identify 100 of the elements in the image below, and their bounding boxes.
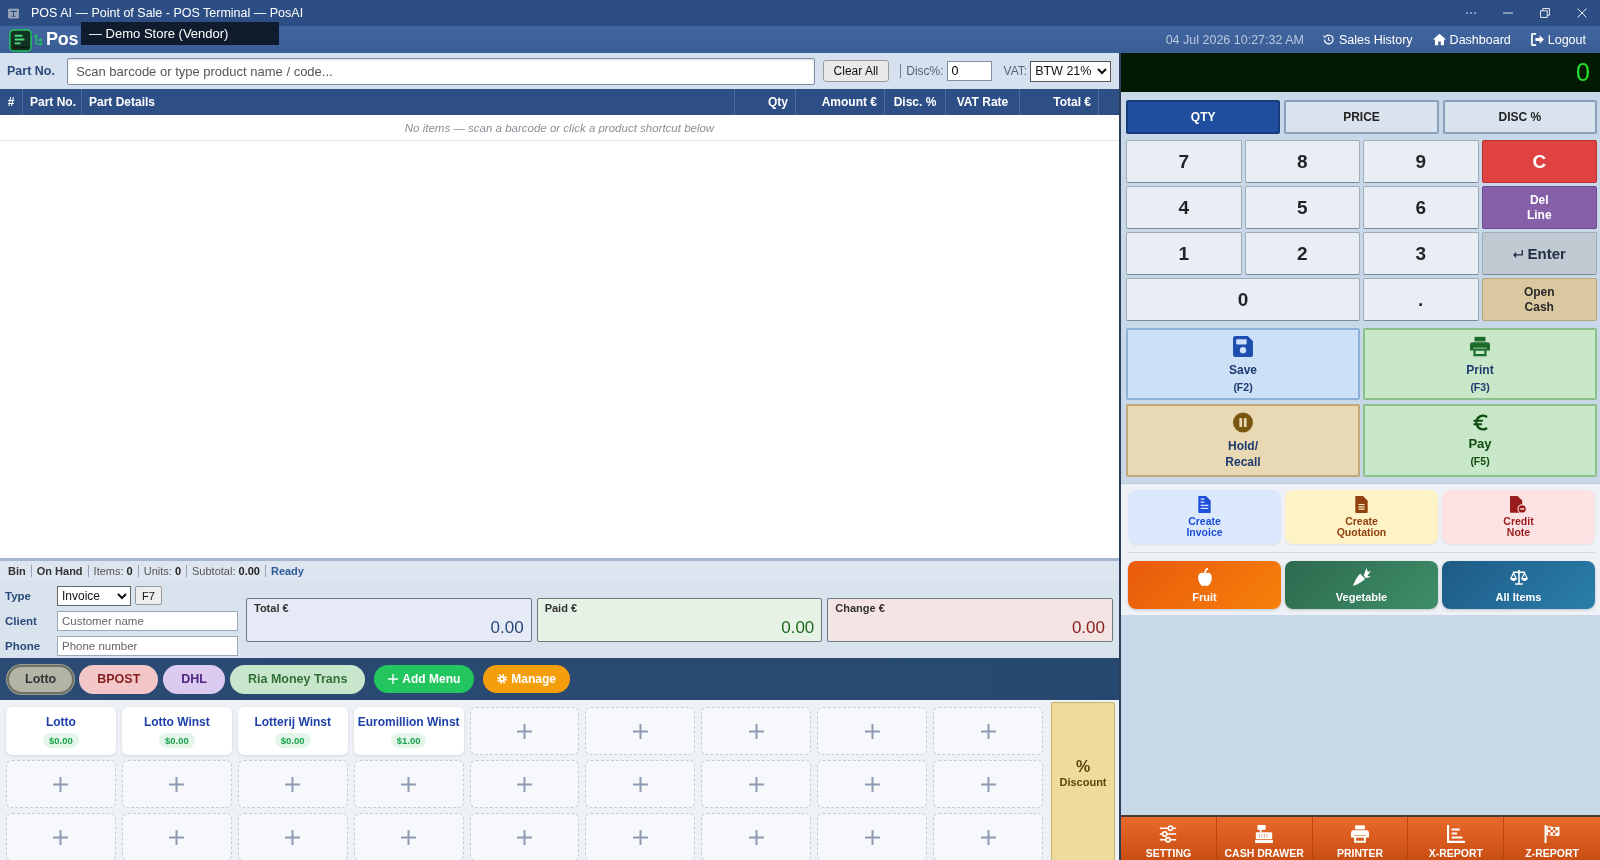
empty-slot[interactable] [817, 707, 928, 755]
amount-value: 0.00 [780, 618, 815, 638]
date-time: 04 Jul 2026 10:27:32 AM [1165, 32, 1304, 47]
save-button[interactable]: Save (F2) [1126, 328, 1360, 400]
empty-slot[interactable] [933, 813, 1043, 860]
bar-chart-icon [1446, 825, 1465, 843]
empty-slot[interactable] [701, 707, 812, 755]
empty-slot[interactable] [701, 813, 812, 860]
plus-icon [980, 723, 996, 739]
menu-tab[interactable]: DHL [163, 664, 225, 694]
keypad-key[interactable]: 7 [1126, 140, 1242, 183]
product-tile[interactable]: Lotterij Winst $0.00 [237, 707, 348, 755]
discount-button[interactable]: % Discount [1051, 702, 1115, 860]
document-minus-icon [1510, 496, 1527, 513]
empty-slot[interactable] [353, 813, 464, 860]
empty-slot[interactable] [469, 707, 580, 755]
clear-key[interactable]: C [1481, 140, 1597, 183]
empty-slot[interactable] [237, 760, 348, 808]
toolbar-button[interactable]: CASH DRAWER [1216, 817, 1313, 860]
field-label: Type [5, 589, 32, 602]
keypad-key[interactable]: 3 [1363, 232, 1479, 275]
type-select[interactable]: Invoice [57, 585, 131, 606]
keypad-key[interactable]: 9 [1363, 140, 1479, 183]
create-quotation-button[interactable]: Create Quotation [1285, 490, 1438, 544]
empty-slot[interactable] [817, 813, 928, 860]
branch-icon [34, 33, 43, 46]
credit-note-button[interactable]: Credit Note [1442, 490, 1595, 544]
keypad-key[interactable]: . [1363, 278, 1479, 321]
empty-slot[interactable] [701, 760, 812, 808]
mode-tab[interactable]: DISC % [1442, 100, 1597, 134]
plus-icon [517, 829, 532, 845]
empty-slot[interactable] [6, 760, 116, 808]
disc-input[interactable]: 0 [946, 61, 992, 81]
minimize-icon [1502, 12, 1513, 14]
nav-link[interactable]: Dashboard [1432, 32, 1511, 47]
home-icon [1432, 33, 1446, 46]
mode-tab[interactable]: QTY [1126, 100, 1281, 134]
status-label: On Hand [30, 565, 88, 577]
open-cash-key[interactable]: Open Cash [1481, 278, 1597, 321]
toolbar-button[interactable]: X-REPORT [1408, 817, 1505, 860]
empty-slot[interactable] [585, 813, 696, 860]
keypad-key[interactable]: 1 [1126, 232, 1242, 275]
empty-slot[interactable] [121, 760, 232, 808]
empty-slot[interactable] [121, 813, 232, 860]
price-tag: $0.00 [274, 732, 311, 748]
product-name: Euromillion Winst [357, 714, 460, 729]
price-tag: $1.00 [390, 732, 427, 748]
clear-all-button[interactable]: Clear All [822, 60, 890, 82]
empty-slot[interactable] [933, 760, 1043, 808]
keypad-key[interactable]: 8 [1244, 140, 1360, 183]
all-items-button[interactable]: All Items [1442, 561, 1595, 609]
menu-tab[interactable]: Lotto [7, 664, 75, 694]
toolbar-button[interactable]: Z-REPORT [1504, 817, 1600, 860]
column-header: Total € [1020, 89, 1099, 115]
create-invoice-button[interactable]: Create Invoice [1128, 490, 1281, 544]
nav-link[interactable]: Logout [1530, 32, 1586, 47]
empty-slot[interactable] [353, 760, 464, 808]
plus-icon [632, 829, 648, 845]
empty-slot[interactable] [933, 707, 1043, 755]
toolbar-button[interactable]: PRINTER [1312, 817, 1409, 860]
empty-slot[interactable] [469, 813, 580, 860]
document-icon [1198, 496, 1211, 513]
field-label: Phone [5, 640, 42, 652]
empty-slot[interactable] [237, 813, 348, 860]
keypad-key[interactable]: 5 [1244, 186, 1360, 229]
keypad-key[interactable]: 4 [1126, 186, 1242, 229]
plus-icon [632, 723, 648, 739]
enter-key[interactable]: Enter [1481, 232, 1597, 275]
keypad-key[interactable]: 2 [1244, 232, 1360, 275]
plus-icon [53, 829, 69, 845]
product-tile[interactable]: Euromillion Winst $1.00 [353, 707, 464, 755]
shortcut-button[interactable]: F7 [135, 586, 162, 605]
cash-register-icon [1255, 825, 1274, 843]
phone-input[interactable]: Phone number [57, 636, 238, 656]
part-search-field[interactable]: Scan barcode or type product name / code... [67, 57, 815, 85]
hold-recall-button[interactable]: Hold/ Recall [1126, 404, 1360, 477]
product-tile[interactable]: Lotto $0.00 [6, 707, 116, 755]
pay-button[interactable]: Pay (F5) [1363, 404, 1597, 477]
menu-tab[interactable]: BPOST [79, 664, 159, 694]
mode-tab[interactable]: PRICE [1284, 100, 1439, 134]
empty-slot[interactable] [817, 760, 928, 808]
empty-slot[interactable] [585, 707, 696, 755]
empty-slot[interactable] [469, 760, 580, 808]
menu-tab[interactable]: Ria Money Trans [230, 664, 366, 694]
empty-slot[interactable] [585, 760, 696, 808]
keypad-key[interactable]: 0 [1126, 278, 1360, 321]
delete-line-key[interactable]: Del Line [1481, 186, 1597, 229]
plus-icon [864, 776, 880, 792]
product-tile[interactable]: Lotto Winst $0.00 [121, 707, 232, 755]
amount-label: Paid € [544, 602, 579, 614]
nav-link[interactable]: Sales History [1321, 32, 1413, 47]
close-icon [1576, 8, 1587, 18]
empty-slot[interactable] [6, 813, 116, 860]
print-button[interactable]: Print (F3) [1363, 328, 1597, 400]
toolbar-button[interactable]: SETTING [1121, 817, 1217, 860]
client-input[interactable]: Customer name [57, 611, 238, 631]
field-label: Client [5, 615, 38, 627]
vat-select[interactable]: BTW 21% [1030, 60, 1111, 82]
vegetable-button[interactable]: Vegetable [1285, 561, 1438, 609]
keypad-key[interactable]: 6 [1363, 186, 1479, 229]
